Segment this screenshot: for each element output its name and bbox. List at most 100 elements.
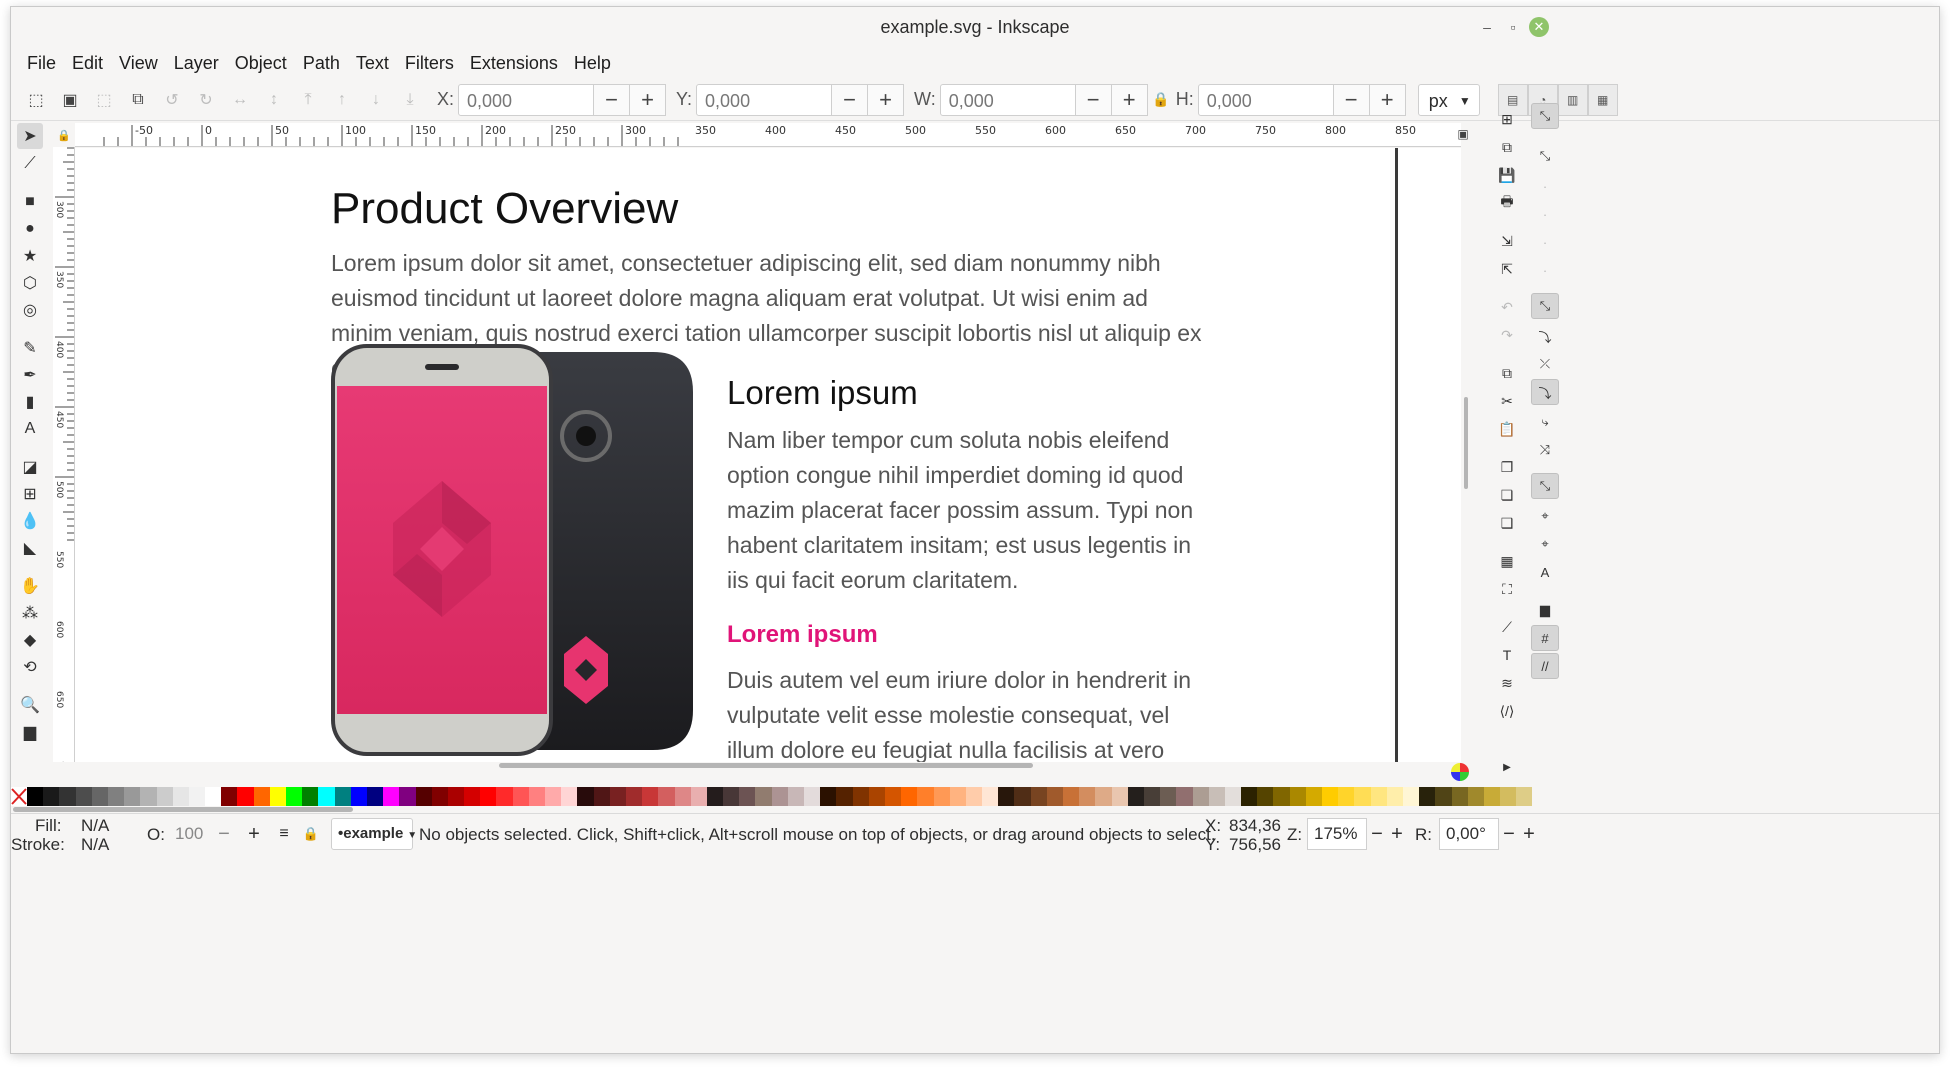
snap-others-icon[interactable]: ⤡ (1531, 473, 1559, 499)
palette-swatch[interactable] (755, 787, 772, 806)
doc-paragraph-2[interactable]: Nam liber tempor cum soluta nobis eleife… (727, 423, 1207, 598)
lower-icon[interactable]: ↓ (359, 83, 393, 117)
palette-swatch[interactable] (674, 787, 691, 806)
vertical-ruler[interactable]: 300 350 400 450 500 550 600 650 700 (53, 147, 75, 762)
palette-swatch[interactable] (1419, 787, 1436, 806)
color-management-icon[interactable] (1451, 763, 1469, 781)
palette-swatch[interactable] (852, 787, 869, 806)
palette-scrollbar[interactable] (13, 807, 353, 812)
snap-rotation-centers-icon[interactable]: ⌖ (1531, 531, 1559, 557)
mesh-tool-icon[interactable]: ⊞ (17, 481, 43, 507)
snap-bbox-center-icon[interactable]: · (1531, 257, 1559, 283)
palette-swatch[interactable] (1370, 787, 1387, 806)
layers-icon[interactable]: ≋ (1495, 671, 1519, 695)
text-font-icon[interactable]: T (1495, 643, 1519, 667)
palette-swatch[interactable] (1289, 787, 1306, 806)
raise-icon[interactable]: ↑ (325, 83, 359, 117)
palette-swatch[interactable] (43, 787, 60, 806)
palette-swatch[interactable] (739, 787, 756, 806)
palette-swatch[interactable] (1241, 787, 1258, 806)
snap-guides-icon[interactable]: // (1531, 653, 1559, 679)
palette-swatch[interactable] (1063, 787, 1080, 806)
import-icon[interactable]: ⇲ (1495, 229, 1519, 253)
palette-swatch[interactable] (723, 787, 740, 806)
opacity-increment-button[interactable]: + (239, 818, 269, 850)
palette-swatch[interactable] (1273, 787, 1290, 806)
snap-bbox-icon[interactable]: ⤡ (1531, 143, 1559, 169)
palette-swatch[interactable] (1192, 787, 1209, 806)
palette-swatch[interactable] (820, 787, 837, 806)
menu-extensions[interactable]: Extensions (462, 47, 566, 79)
palette-swatch[interactable] (642, 787, 659, 806)
menu-object[interactable]: Object (227, 47, 295, 79)
paint-bucket-tool-icon[interactable]: ◣ (17, 535, 43, 561)
h-increment-button[interactable]: + (1369, 83, 1406, 116)
snap-intersections-icon[interactable]: ⤫ (1531, 351, 1559, 377)
palette-swatch[interactable] (787, 787, 804, 806)
palette-swatch[interactable] (528, 787, 545, 806)
palette-swatch[interactable] (496, 787, 513, 806)
3d-box-tool-icon[interactable]: ⬡ (17, 270, 43, 296)
star-tool-icon[interactable]: ★ (17, 243, 43, 269)
y-increment-button[interactable]: + (868, 83, 905, 116)
palette-swatch[interactable] (965, 787, 983, 806)
open-document-icon[interactable]: ⧉ (1495, 135, 1519, 159)
guide-lock-icon[interactable]: 🔒 (53, 123, 75, 147)
tweak-tool-icon[interactable]: ✋ (17, 573, 43, 599)
fill-stroke-icon[interactable]: ⟋ (1495, 615, 1519, 639)
rotate-ccw-icon[interactable]: ↺ (155, 83, 189, 117)
connector-tool-icon[interactable]: ⟲ (17, 654, 43, 680)
palette-swatch[interactable] (205, 787, 222, 806)
palette-swatch[interactable] (27, 787, 44, 806)
w-decrement-button[interactable]: − (1075, 83, 1112, 116)
color-palette[interactable] (27, 787, 1533, 806)
cut-icon[interactable]: ✂ (1495, 389, 1519, 413)
palette-swatch[interactable] (399, 787, 416, 806)
palette-swatch[interactable] (609, 787, 626, 806)
palette-swatch[interactable] (188, 787, 206, 806)
snap-nodes-icon[interactable]: ⤡ (1531, 293, 1559, 319)
x-decrement-button[interactable]: − (594, 83, 631, 116)
duplicate-icon[interactable]: ❐ (1495, 455, 1519, 479)
raise-to-top-icon[interactable]: ⤒ (291, 83, 325, 117)
zoom-increment-button[interactable]: + (1387, 818, 1407, 850)
horizontal-ruler[interactable]: -50 0 50 100 150 200 250 300 350 400 450 500 550 600 6… (75, 123, 1461, 147)
palette-swatch[interactable] (884, 787, 902, 806)
palette-swatch[interactable] (1176, 787, 1193, 806)
new-document-icon[interactable]: ⊞ (1495, 107, 1519, 131)
w-field[interactable]: 0,000 (939, 83, 1076, 116)
palette-swatch[interactable] (1257, 787, 1274, 806)
calligraphy-tool-icon[interactable]: ▮ (17, 389, 43, 415)
palette-swatch[interactable] (286, 787, 303, 806)
palette-swatch[interactable] (1354, 787, 1371, 806)
clone-icon[interactable]: ❏ (1495, 483, 1519, 507)
palette-swatch[interactable] (658, 787, 675, 806)
y-decrement-button[interactable]: − (832, 83, 869, 116)
snap-bbox-edge-icon[interactable]: · (1531, 173, 1559, 199)
palette-swatch[interactable] (91, 787, 108, 806)
palette-swatch[interactable] (1111, 787, 1128, 806)
rectangle-tool-icon[interactable]: ■ (17, 189, 43, 215)
palette-swatch[interactable] (75, 787, 92, 806)
palette-swatch[interactable] (933, 787, 950, 806)
palette-swatch[interactable] (237, 787, 254, 806)
no-paint-swatch[interactable] (11, 787, 27, 806)
palette-swatch[interactable] (253, 787, 270, 806)
canvas[interactable]: Product Overview Lorem ipsum dolor sit a… (75, 148, 1461, 762)
maximize-icon[interactable]: ▫ (1503, 17, 1523, 37)
h-decrement-button[interactable]: − (1333, 83, 1370, 116)
palette-swatch[interactable] (431, 787, 448, 806)
palette-swatch[interactable] (480, 787, 497, 806)
group-icon[interactable]: ▦ (1495, 549, 1519, 573)
palette-swatch[interactable] (1467, 787, 1484, 806)
circle-tool-icon[interactable]: ● (17, 216, 43, 242)
copy-icon[interactable]: ⧉ (1495, 361, 1519, 385)
doc-heading-2[interactable]: Lorem ipsum (727, 374, 918, 412)
stroke-indicator[interactable]: N/A (81, 835, 109, 855)
deselect-icon[interactable]: ⬚ (87, 83, 121, 117)
palette-swatch[interactable] (1516, 787, 1533, 806)
palette-swatch[interactable] (868, 787, 885, 806)
menu-edit[interactable]: Edit (64, 47, 111, 79)
menu-help[interactable]: Help (566, 47, 619, 79)
snap-toggle-icon[interactable]: ⤡ (1531, 103, 1559, 129)
